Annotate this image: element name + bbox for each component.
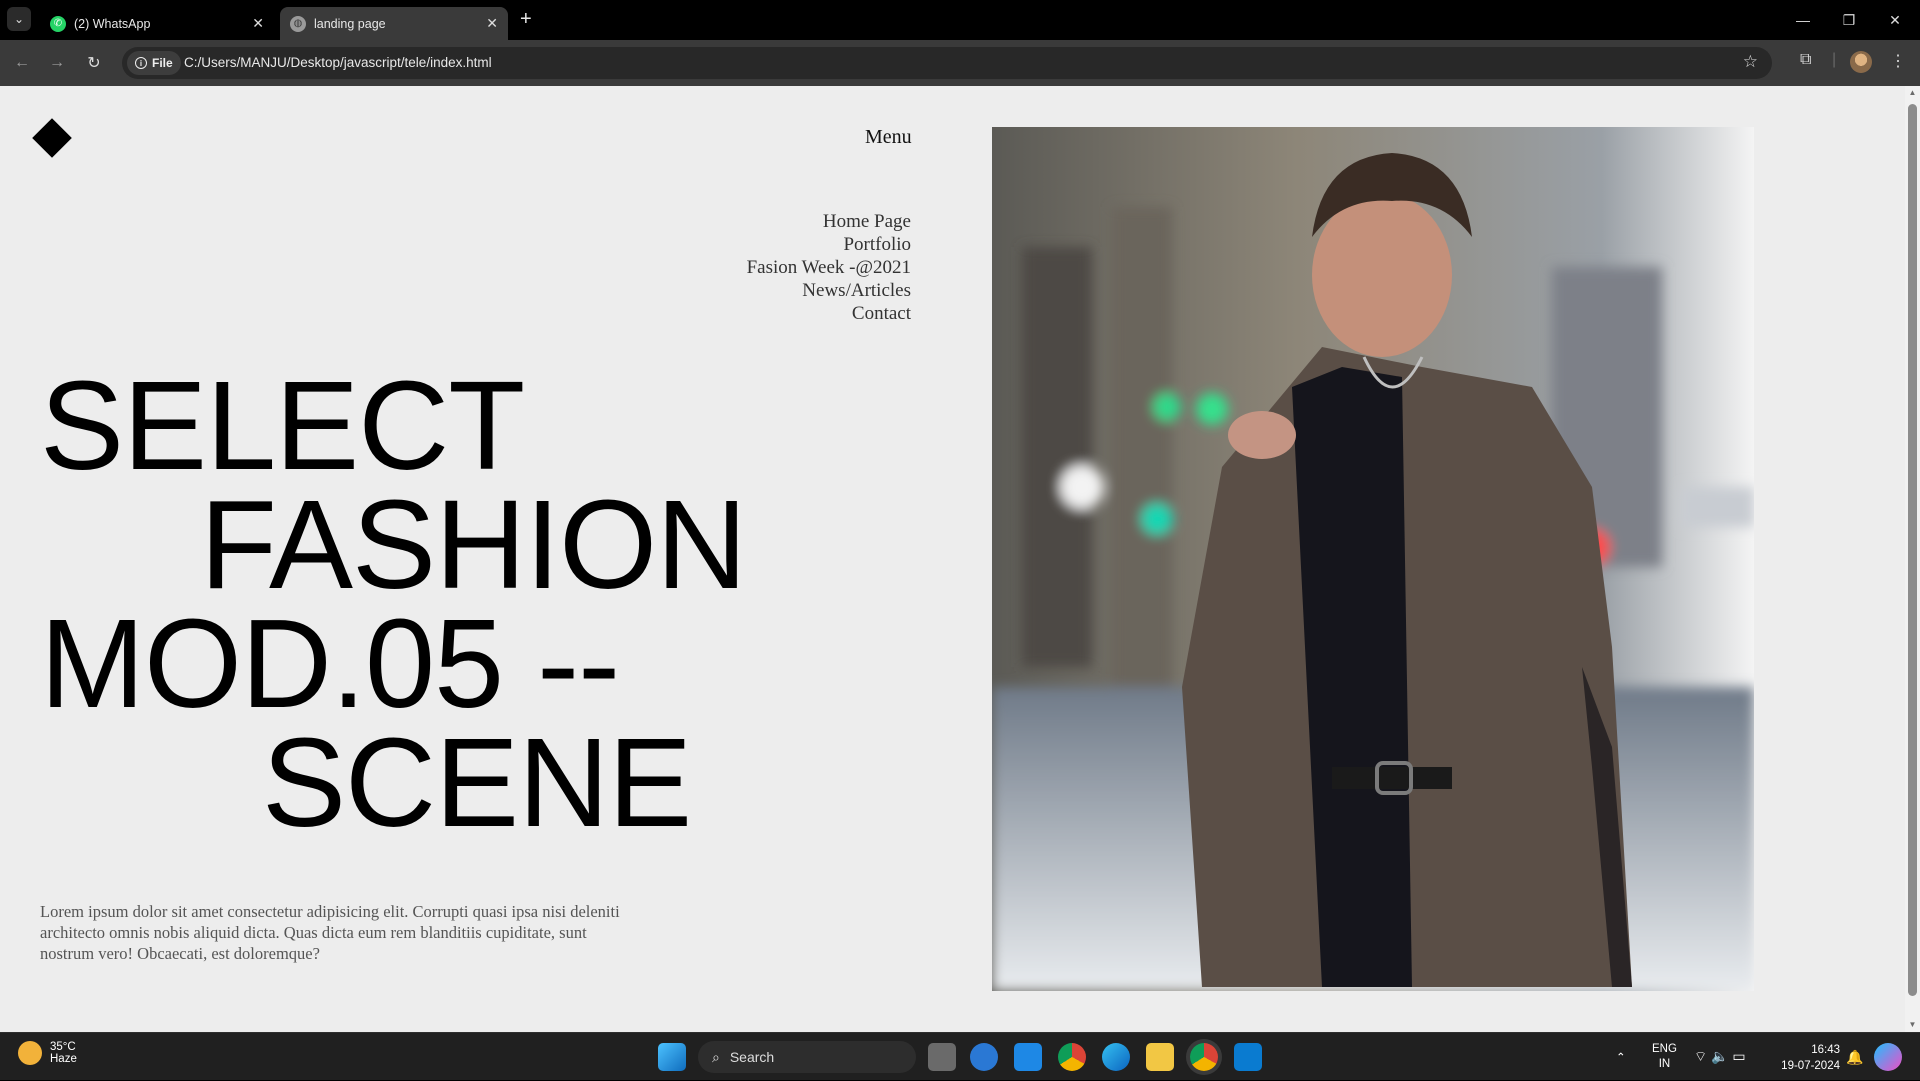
vscode-icon[interactable] (1234, 1043, 1262, 1071)
tab-landing-page[interactable]: ◍ landing page ✕ (280, 7, 508, 40)
tab-whatsapp[interactable]: ✆ (2) WhatsApp ✕ (40, 7, 274, 40)
network-volume-battery-icons[interactable]: ⌔ 🔈 ▭ (1694, 1033, 1746, 1081)
new-tab-button[interactable]: + (520, 8, 532, 31)
minimize-button[interactable]: — (1780, 0, 1826, 40)
scroll-up-arrow-icon[interactable]: ▲ (1908, 88, 1917, 98)
page-scrollbar[interactable]: ▲ ▼ (1905, 86, 1920, 1032)
diamond-logo-icon[interactable] (32, 118, 72, 158)
clock-time: 16:43 (1811, 1044, 1840, 1056)
clock-date: 19-07-2024 (1781, 1060, 1840, 1072)
headline-line: FASHION (200, 474, 747, 615)
show-hidden-icons-icon[interactable]: ⌃ (1616, 1033, 1626, 1081)
toolbar-divider: | (1832, 51, 1837, 68)
copilot-tray-icon[interactable] (1874, 1043, 1902, 1071)
region-code: IN (1658, 1058, 1671, 1070)
close-icon[interactable]: ✕ (252, 15, 264, 32)
reload-button[interactable]: ↻ (82, 51, 106, 75)
nav-item-news-articles[interactable]: News/Articles (747, 279, 911, 302)
url-text[interactable]: C:/Users/MANJU/Desktop/javascript/tele/i… (184, 55, 492, 70)
info-icon: i (135, 57, 147, 69)
weather-widget[interactable]: 35°C Haze (18, 1041, 77, 1065)
hero-headline: SELECT FASHION MOD.05 -- SCENE (40, 355, 747, 853)
nav-item-fashion-week[interactable]: Fasion Week -@2021 (747, 256, 911, 279)
extensions-icon[interactable]: ⧉ (1800, 51, 1811, 69)
nav-item-portfolio[interactable]: Portfolio (747, 233, 911, 256)
headline-line: MOD.05 -- (40, 593, 620, 734)
globe-icon: ◍ (290, 15, 306, 32)
nav-item-home-page[interactable]: Home Page (747, 210, 911, 233)
start-windows-icon[interactable] (658, 1043, 686, 1071)
chrome-active-icon[interactable] (1190, 1043, 1218, 1071)
search-placeholder: Search (729, 1049, 775, 1065)
tab-search-button[interactable]: ⌄ (7, 7, 31, 31)
edge-icon[interactable] (1102, 1043, 1130, 1071)
headline-line: SELECT (40, 355, 525, 496)
hero-description: Lorem ipsum dolor sit amet consectetur a… (40, 902, 620, 963)
close-window-button[interactable]: ✕ (1872, 0, 1918, 40)
forward-button[interactable]: → (45, 51, 69, 75)
restore-button[interactable]: ❐ (1826, 0, 1872, 40)
windows-taskbar: 35°C Haze ⌕ Search ⌃ ENG IN ⌔ 🔈 ▭ 16:43 … (0, 1032, 1920, 1080)
taskbar-search[interactable]: ⌕ Search (698, 1041, 916, 1073)
hero-photo (992, 127, 1754, 991)
close-icon[interactable]: ✕ (486, 15, 498, 32)
mail-icon[interactable] (1014, 1043, 1042, 1071)
notification-bell-icon[interactable]: 🔔 (1846, 1033, 1863, 1081)
site-info-label: File (152, 56, 173, 70)
copilot-icon[interactable] (970, 1043, 998, 1071)
headline-line: SCENE (262, 712, 692, 853)
system-clock[interactable]: 16:43 19-07-2024 (1781, 1042, 1840, 1074)
back-button[interactable]: ← (10, 51, 34, 75)
more-menu-icon[interactable]: ⋮ (1890, 51, 1906, 71)
browser-title-bar: ⌄ ✆ (2) WhatsApp ✕ ◍ landing page ✕ + — … (0, 0, 1920, 40)
nav-item-contact[interactable]: Contact (747, 302, 911, 325)
task-view-icon[interactable] (928, 1043, 956, 1071)
weather-temperature: 35°C (50, 1041, 76, 1053)
file-explorer-icon[interactable] (1146, 1043, 1174, 1071)
nav-menu: Home Page Portfolio Fasion Week -@2021 N… (747, 210, 911, 325)
address-bar[interactable]: i File C:/Users/MANJU/Desktop/javascript… (122, 47, 1772, 79)
browser-toolbar: ← → ↻ i File C:/Users/MANJU/Desktop/java… (0, 40, 1920, 86)
profile-avatar[interactable] (1850, 51, 1872, 73)
language-indicator[interactable]: ENG IN (1652, 1033, 1677, 1081)
menu-button[interactable]: Menu (865, 126, 912, 149)
language-code: ENG (1652, 1043, 1677, 1055)
search-icon: ⌕ (712, 1048, 720, 1065)
tab-title: (2) WhatsApp (74, 16, 151, 31)
weather-condition: Haze (50, 1053, 77, 1065)
chrome-icon[interactable] (1058, 1043, 1086, 1071)
whatsapp-icon: ✆ (50, 15, 66, 32)
scroll-down-arrow-icon[interactable]: ▼ (1908, 1020, 1917, 1030)
page-viewport: Menu Home Page Portfolio Fasion Week -@2… (0, 86, 1920, 1032)
scrollbar-thumb[interactable] (1908, 104, 1917, 996)
bookmark-star-icon[interactable]: ☆ (1743, 52, 1758, 72)
site-info-chip[interactable]: i File (127, 51, 181, 75)
tab-title: landing page (314, 16, 386, 31)
haze-sun-icon (18, 1041, 42, 1065)
